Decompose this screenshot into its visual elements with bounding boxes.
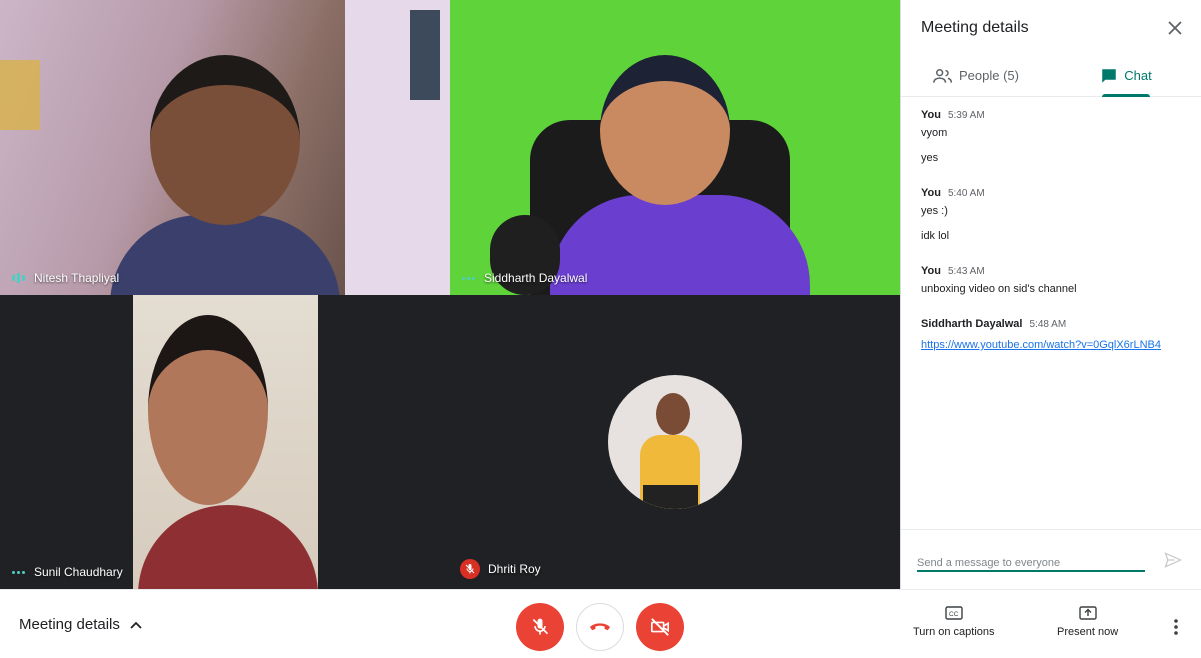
message-text: idk lol xyxy=(921,230,950,242)
chat-icon xyxy=(1102,68,1117,83)
chat-message-input[interactable] xyxy=(917,547,1145,572)
video-grid: Nitesh Thapliyal Siddharth Dayalwal Suni… xyxy=(0,0,900,589)
message-sender: You xyxy=(921,265,941,277)
message-time: 5:48 AM xyxy=(1029,319,1067,330)
tab-chat[interactable]: Chat xyxy=(1051,55,1201,96)
books xyxy=(410,10,440,100)
message-time: 5:39 AM xyxy=(947,110,985,121)
participant-name: Sunil Chaudhary xyxy=(34,565,123,579)
wall-picture xyxy=(0,60,40,130)
chat-message-group: You 5:43 AM unboxing video on sid's chan… xyxy=(921,265,1181,296)
person-body xyxy=(138,505,318,589)
message-text: yes :) xyxy=(921,205,948,217)
participant-label-siddharth: Siddharth Dayalwal xyxy=(460,271,587,285)
meeting-details-toggle[interactable]: Meeting details xyxy=(19,616,142,633)
participant-name: Siddharth Dayalwal xyxy=(484,271,588,285)
svg-text:CC: CC xyxy=(949,611,959,618)
avatar-head xyxy=(656,393,690,435)
participant-label-sunil: Sunil Chaudhary xyxy=(10,565,123,579)
message-link[interactable]: https://www.youtube.com/watch?v=0GqlX6rL… xyxy=(921,339,1161,351)
video-tile-nitesh[interactable]: Nitesh Thapliyal xyxy=(0,0,450,295)
participant-label-nitesh: Nitesh Thapliyal xyxy=(10,271,119,285)
close-icon xyxy=(1168,20,1182,35)
message-header: You 5:43 AM xyxy=(921,265,1181,277)
end-call-icon xyxy=(589,623,611,631)
send-icon xyxy=(1164,551,1182,568)
chat-message-group: Siddharth Dayalwal 5:48 AM https://www.y… xyxy=(921,318,1181,353)
tab-people-label: People (5) xyxy=(959,68,1019,83)
chat-message-group: You 5:39 AM vyom yes xyxy=(921,109,1181,165)
person-body xyxy=(550,195,810,295)
avatar-legs xyxy=(643,485,698,509)
present-icon xyxy=(1078,606,1097,620)
message-time: 5:43 AM xyxy=(947,266,985,277)
audio-indicator-icon xyxy=(10,570,26,574)
mic-toggle-button[interactable] xyxy=(516,603,564,651)
meeting-details-label: Meeting details xyxy=(19,616,120,633)
more-options-button[interactable] xyxy=(1164,615,1188,639)
meeting-details-panel: Meeting details People (5) Chat You 5:39… xyxy=(900,0,1201,589)
present-now-button[interactable]: Present now xyxy=(1057,606,1118,638)
message-header: You 5:40 AM xyxy=(921,187,1181,199)
tab-chat-label: Chat xyxy=(1124,68,1152,83)
panel-title: Meeting details xyxy=(921,18,1029,36)
message-text: yes xyxy=(921,152,939,164)
panel-tabs: People (5) Chat xyxy=(901,55,1201,97)
person-head xyxy=(600,55,730,205)
panel-header: Meeting details xyxy=(901,0,1201,55)
message-header: You 5:39 AM xyxy=(921,109,1181,121)
chat-message-group: You 5:40 AM yes :) idk lol xyxy=(921,187,1181,243)
video-tile-siddharth[interactable]: Siddharth Dayalwal xyxy=(450,0,900,295)
video-tile-sunil[interactable]: Sunil Chaudhary xyxy=(0,295,450,589)
message-header: Siddharth Dayalwal 5:48 AM xyxy=(921,318,1181,330)
people-icon xyxy=(933,68,953,83)
participant-name: Dhriti Roy xyxy=(488,562,541,576)
audio-indicator-icon xyxy=(460,276,476,280)
speaking-indicator-icon xyxy=(10,272,26,284)
mic-off-icon xyxy=(460,559,480,579)
message-sender: You xyxy=(921,109,941,121)
captions-icon: CC xyxy=(945,606,963,620)
chat-messages: You 5:39 AM vyom yes You 5:40 AM yes :) … xyxy=(901,97,1201,527)
message-text: vyom xyxy=(921,127,948,139)
chevron-up-icon xyxy=(130,621,142,629)
send-button[interactable] xyxy=(1161,548,1185,572)
end-call-button[interactable] xyxy=(576,603,624,651)
tab-people[interactable]: People (5) xyxy=(901,55,1051,96)
person-head xyxy=(150,55,300,225)
captions-label: Turn on captions xyxy=(913,626,995,638)
more-vert-icon xyxy=(1174,619,1178,635)
person-body xyxy=(110,215,340,295)
message-sender: You xyxy=(921,187,941,199)
portrait-video xyxy=(133,295,318,589)
bottom-toolbar: Meeting details CC Turn on captions Pres… xyxy=(0,589,1201,658)
participant-label-dhriti: Dhriti Roy xyxy=(460,559,541,579)
person-head xyxy=(148,315,268,505)
message-time: 5:40 AM xyxy=(947,188,985,199)
message-sender: Siddharth Dayalwal xyxy=(921,318,1023,330)
captions-button[interactable]: CC Turn on captions xyxy=(913,606,995,638)
camera-toggle-button[interactable] xyxy=(636,603,684,651)
mic-off-icon xyxy=(532,618,549,635)
camera-off-icon xyxy=(651,618,669,636)
video-tile-dhriti[interactable]: Dhriti Roy xyxy=(450,295,900,589)
message-text: unboxing video on sid's channel xyxy=(921,283,1077,295)
avatar xyxy=(608,375,742,509)
present-label: Present now xyxy=(1057,626,1119,638)
chat-composer xyxy=(901,529,1201,589)
participant-name: Nitesh Thapliyal xyxy=(34,271,120,285)
close-panel-button[interactable] xyxy=(1163,16,1187,40)
